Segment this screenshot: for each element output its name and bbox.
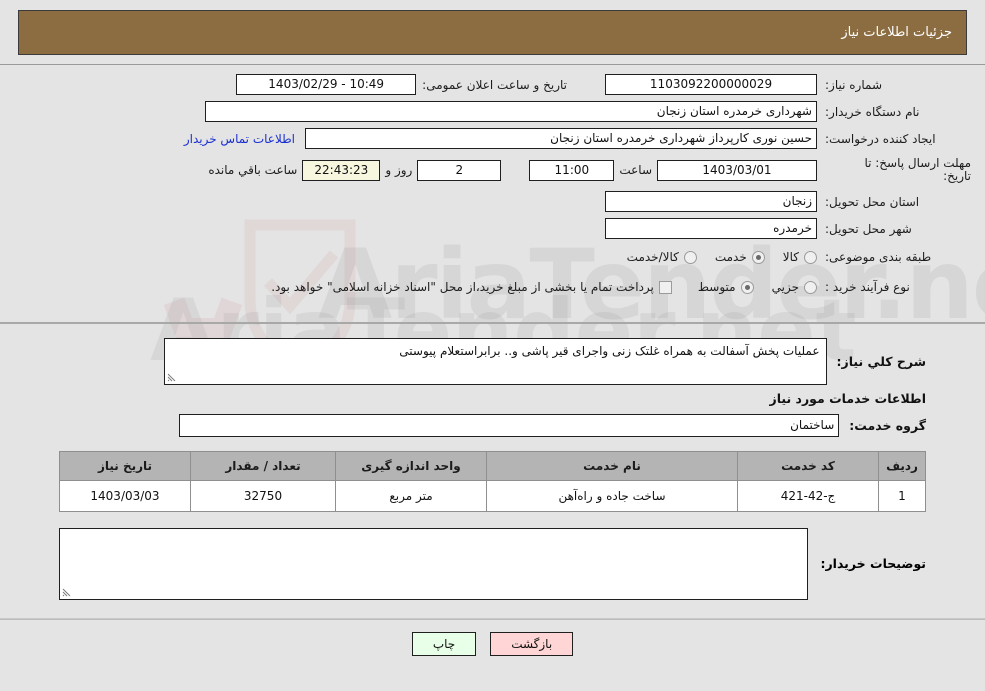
deadline-label-line2: تاریخ: xyxy=(943,169,971,183)
need-number-value: 1103092200000029 xyxy=(605,74,817,95)
row-city: شهر محل تحویل: خرمدره xyxy=(14,217,971,240)
general-description-section: شرح کلي نیاز: عملیات پخش آسفالت به همراه… xyxy=(0,324,985,619)
need-summary-section: شماره نیاز: 1103092200000029 تاریخ و ساع… xyxy=(0,65,985,324)
col-service-code: کد خدمت xyxy=(737,451,879,481)
province-label: استان محل تحویل: xyxy=(825,194,920,209)
radio-motevaset[interactable] xyxy=(740,280,754,294)
buyer-comments-label: توضیحات خریدار: xyxy=(820,556,926,571)
creator-label: ایجاد کننده درخواست: xyxy=(825,131,936,146)
announce-datetime-value: 10:49 - 1403/02/29 xyxy=(236,74,417,95)
process-option-motevaset[interactable]: متوسط xyxy=(698,280,754,294)
deadline-date-value: 1403/03/01 xyxy=(657,159,817,181)
remaining-days-label: روز و xyxy=(385,163,413,177)
buyer-org-value: شهرداری خرمدره استان زنجان xyxy=(205,101,817,122)
col-need-date: تاریخ نیاز xyxy=(59,451,191,481)
radio-khedmat[interactable] xyxy=(751,250,765,264)
row-province: استان محل تحویل: زنجان xyxy=(14,190,971,213)
treasury-bond-note: پرداخت تمام یا بخشی از مبلغ خرید،از محل … xyxy=(271,280,654,294)
description-textarea[interactable]: عملیات پخش آسفالت به همراه غلتک زنی واجر… xyxy=(163,338,827,385)
announce-datetime-label: تاریخ و ساعت اعلان عمومی: xyxy=(422,77,567,92)
col-service-name: نام خدمت xyxy=(486,451,738,481)
checkbox-treasury-bond[interactable] xyxy=(658,280,672,294)
category-option-kala-khedmat[interactable]: کالا/خدمت xyxy=(627,250,697,264)
services-table-wrap: ردیف کد خدمت نام خدمت واحد اندازه گیری ت… xyxy=(14,445,971,516)
services-table: ردیف کد خدمت نام خدمت واحد اندازه گیری ت… xyxy=(59,451,926,512)
row-deadline: مهلت ارسال پاسخ: تا تاریخ: 1403/03/01 سا… xyxy=(14,154,971,186)
category-option-khedmat-label: خدمت xyxy=(714,250,747,264)
cell-unit: متر مربع xyxy=(335,480,487,512)
province-value: زنجان xyxy=(605,191,817,212)
cell-service-code: ج-42-421 xyxy=(737,480,879,512)
radio-kala-khedmat[interactable] xyxy=(683,250,697,264)
back-button[interactable]: بازگشت xyxy=(490,632,574,656)
service-group-label: گروه خدمت: xyxy=(849,418,926,433)
main-panel: شماره نیاز: 1103092200000029 تاریخ و ساع… xyxy=(0,64,985,666)
deadline-label: مهلت ارسال پاسخ: تا تاریخ: xyxy=(817,155,971,185)
process-option-motevaset-label: متوسط xyxy=(697,280,736,294)
radio-kala[interactable] xyxy=(804,250,817,264)
buyer-comments-section: توضیحات خریدار: xyxy=(14,516,971,610)
hour-label: ساعت xyxy=(619,163,652,177)
countdown-label: ساعت باقي مانده xyxy=(208,163,298,177)
buyer-contact-link[interactable]: اطلاعات تماس خریدار xyxy=(184,132,295,146)
hour-value: 11:00 xyxy=(529,159,615,181)
page-title: جزئیات اطلاعات نیاز xyxy=(841,25,952,40)
services-section-heading: اطلاعات خدمات مورد نیاز xyxy=(769,391,927,406)
resize-grip-icon[interactable] xyxy=(167,373,177,383)
service-group-value: ساختمان xyxy=(179,414,840,437)
category-option-kala[interactable]: کالا xyxy=(783,250,817,264)
creator-value: حسین نوری کارپرداز شهرداری خرمدره استان … xyxy=(305,128,817,149)
col-quantity: تعداد / مقدار xyxy=(190,451,336,481)
category-option-kala-label: کالا xyxy=(782,250,799,264)
category-label: طبقه بندی موضوعی: xyxy=(825,250,932,264)
col-unit: واحد اندازه گیری xyxy=(335,451,487,481)
process-option-jozi[interactable]: جزيي xyxy=(772,280,817,294)
cell-need-date: 1403/03/03 xyxy=(59,480,191,512)
description-label: شرح کلي نیاز: xyxy=(836,354,926,369)
print-button[interactable]: چاپ xyxy=(411,632,477,656)
cell-service-name: ساخت جاده و راه‌آهن xyxy=(486,480,738,512)
process-option-jozi-label: جزيي xyxy=(771,280,799,294)
window-title-bar: جزئیات اطلاعات نیاز xyxy=(18,10,967,55)
row-process-type: نوع فرآیند خرید : جزيي متوسط پرداخت تمام… xyxy=(14,274,971,300)
need-number-label: شماره نیاز: xyxy=(825,77,882,92)
city-value: خرمدره xyxy=(605,218,817,239)
radio-jozi[interactable] xyxy=(804,280,817,294)
col-row-no: ردیف xyxy=(878,451,926,481)
process-label: نوع فرآیند خرید : xyxy=(825,280,910,294)
buyer-comments-textarea[interactable] xyxy=(59,528,809,600)
description-value: عملیات پخش آسفالت به همراه غلتک زنی واجر… xyxy=(399,344,820,358)
table-header-row: ردیف کد خدمت نام خدمت واحد اندازه گیری ت… xyxy=(59,451,926,481)
footer-actions: بازگشت چاپ xyxy=(0,619,985,666)
cell-quantity: 32750 xyxy=(190,480,336,512)
row-category: طبقه بندی موضوعی: کالا خدمت کالا/خدمت xyxy=(14,244,971,270)
treasury-bond-option[interactable]: پرداخت تمام یا بخشی از مبلغ خرید،از محل … xyxy=(271,280,672,294)
category-option-khedmat[interactable]: خدمت xyxy=(715,250,765,264)
page-root: AriaTender.net AriaTender.net جزئیات اطل… xyxy=(0,0,985,691)
table-row: 1 ج-42-421 ساخت جاده و راه‌آهن متر مربع … xyxy=(59,480,926,512)
row-service-group: گروه خدمت: ساختمان xyxy=(14,410,971,445)
countdown-timer: 22:43:23 xyxy=(302,159,381,181)
remaining-days-value: 2 xyxy=(417,159,502,181)
buyer-org-label: نام دستگاه خریدار: xyxy=(825,104,920,119)
row-buyer-org: نام دستگاه خریدار: شهرداری خرمدره استان … xyxy=(14,100,971,123)
category-option-kala-khedmat-label: کالا/خدمت xyxy=(626,250,679,264)
resize-grip-icon-comments[interactable] xyxy=(62,588,72,598)
row-creator: ایجاد کننده درخواست: حسین نوری کارپرداز … xyxy=(14,127,971,150)
cell-row-no: 1 xyxy=(878,480,926,512)
city-label: شهر محل تحویل: xyxy=(825,221,912,236)
row-need-number: شماره نیاز: 1103092200000029 تاریخ و ساع… xyxy=(14,73,971,96)
